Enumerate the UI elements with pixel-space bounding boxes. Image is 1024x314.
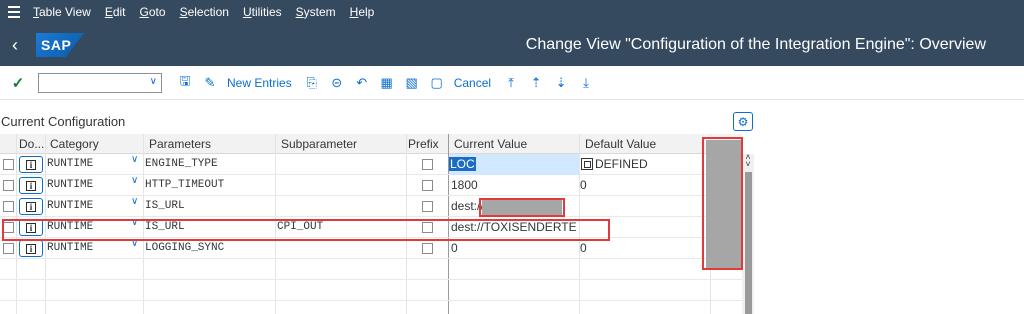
value-help-icon[interactable]	[581, 158, 593, 170]
next-page-icon[interactable]: ⇣	[550, 72, 572, 94]
save-icon[interactable]: 🖫	[174, 72, 196, 94]
parameter-cell: LOGGING_SYNC	[145, 242, 225, 254]
table-row[interactable]: i RUNTIME ∨ ENGINE_TYPE LOC DEFINED	[0, 154, 742, 175]
hamburger-menu-icon[interactable]	[2, 0, 26, 24]
copy-as-icon[interactable]: ⎘	[301, 72, 323, 94]
parameter-cell: IS_URL	[145, 200, 185, 212]
delete-icon[interactable]: ⊝	[326, 72, 348, 94]
first-page-icon[interactable]: ⤒	[500, 72, 522, 94]
prefix-checkbox[interactable]	[422, 159, 433, 170]
table-row[interactable]: i RUNTIME ∨ HTTP_TIMEOUT 1800 0	[0, 175, 742, 196]
select-all-icon[interactable]: ▦	[376, 72, 398, 94]
info-icon[interactable]: i	[19, 240, 43, 257]
column-header-parameters[interactable]: Parameters	[149, 137, 211, 151]
info-icon[interactable]: i	[19, 156, 43, 173]
current-value-input[interactable]: 0	[451, 238, 458, 259]
chevron-down-icon[interactable]: ∨	[131, 154, 138, 165]
prefix-checkbox[interactable]	[422, 243, 433, 254]
current-value-input[interactable]: LOC	[449, 154, 579, 175]
table-row[interactable]: i RUNTIME ∨ LOGGING_SYNC 0 0	[0, 238, 742, 259]
empty-table-row	[0, 259, 742, 280]
empty-table-row	[0, 280, 742, 301]
column-header-current-value[interactable]: Current Value	[454, 137, 527, 151]
info-icon[interactable]: i	[19, 177, 43, 194]
category-cell: RUNTIME	[47, 158, 94, 170]
sap-logo: SAP	[36, 33, 84, 57]
row-select-checkbox[interactable]	[3, 180, 14, 191]
default-value-cell: 0	[580, 241, 587, 255]
select-block-icon[interactable]: ▧	[401, 72, 423, 94]
menu-help[interactable]: Help	[343, 5, 382, 19]
column-header-documentation[interactable]: Do...	[19, 137, 44, 151]
menu-system[interactable]: System	[289, 5, 343, 19]
deselect-all-icon[interactable]: ▢	[426, 72, 448, 94]
category-cell: RUNTIME	[47, 179, 94, 191]
title-bar: ‹ SAP Change View "Configuration of the …	[0, 24, 1024, 66]
category-cell: RUNTIME	[47, 242, 94, 254]
window-title: Change View "Configuration of the Integr…	[525, 36, 986, 53]
default-value-cell: DEFINED	[595, 157, 648, 171]
table-settings-gear-icon[interactable]: ⚙	[733, 112, 753, 131]
back-icon[interactable]: ‹	[0, 24, 30, 66]
scrollbar-thumb[interactable]	[745, 172, 752, 314]
table-row[interactable]: i RUNTIME ∨ IS_URL dest://	[0, 196, 742, 217]
section-title: Current Configuration	[1, 114, 126, 129]
row-select-checkbox[interactable]	[3, 201, 14, 212]
highlight-box	[702, 137, 743, 270]
highlight-box	[2, 219, 610, 241]
current-value-input[interactable]: 1800	[451, 175, 478, 196]
column-header-subparameter[interactable]: Subparameter	[281, 137, 357, 151]
parameter-cell: HTTP_TIMEOUT	[145, 179, 225, 191]
last-page-icon[interactable]: ⤓	[575, 72, 597, 94]
application-toolbar: ✓ ∨ 🖫 ✎ New Entries ⎘ ⊝ ↶ ▦ ▧ ▢ Cancel ⤒…	[0, 66, 1024, 100]
display-change-icon[interactable]: ✎	[199, 72, 221, 94]
default-value-cell: 0	[580, 178, 587, 192]
column-header-category[interactable]: Category	[50, 137, 99, 151]
menu-bar: Table View Edit Goto Selection Utilities…	[0, 0, 1024, 24]
undo-icon[interactable]: ↶	[351, 72, 373, 94]
cancel-button[interactable]: Cancel	[454, 76, 491, 90]
scroll-up-icon[interactable]: ˄ ˅	[743, 153, 753, 169]
menu-edit[interactable]: Edit	[98, 5, 133, 19]
enter-check-icon[interactable]: ✓	[8, 74, 28, 92]
menu-table-view[interactable]: Table View	[26, 5, 98, 19]
command-field[interactable]: ∨	[38, 72, 162, 93]
column-header-default-value[interactable]: Default Value	[585, 137, 656, 151]
menu-utilities[interactable]: Utilities	[236, 5, 289, 19]
chevron-down-icon[interactable]: ∨	[150, 76, 157, 87]
empty-table-row	[0, 301, 742, 314]
prefix-checkbox[interactable]	[422, 180, 433, 191]
parameter-cell: ENGINE_TYPE	[145, 158, 218, 170]
column-header-prefix[interactable]: Prefix	[408, 137, 439, 151]
prefix-checkbox[interactable]	[422, 201, 433, 212]
menu-goto[interactable]: Goto	[133, 5, 173, 19]
chevron-down-icon[interactable]: ∨	[131, 196, 138, 207]
table-header: Do... Category Parameters Subparameter P…	[0, 134, 742, 154]
row-select-checkbox[interactable]	[3, 243, 14, 254]
category-cell: RUNTIME	[47, 200, 94, 212]
new-entries-button[interactable]: New Entries	[227, 76, 292, 90]
menu-selection[interactable]: Selection	[173, 5, 236, 19]
highlight-box	[479, 198, 565, 217]
chevron-down-icon[interactable]: ∨	[131, 175, 138, 186]
row-select-checkbox[interactable]	[3, 159, 14, 170]
previous-page-icon[interactable]: ⇡	[525, 72, 547, 94]
info-icon[interactable]: i	[19, 198, 43, 215]
